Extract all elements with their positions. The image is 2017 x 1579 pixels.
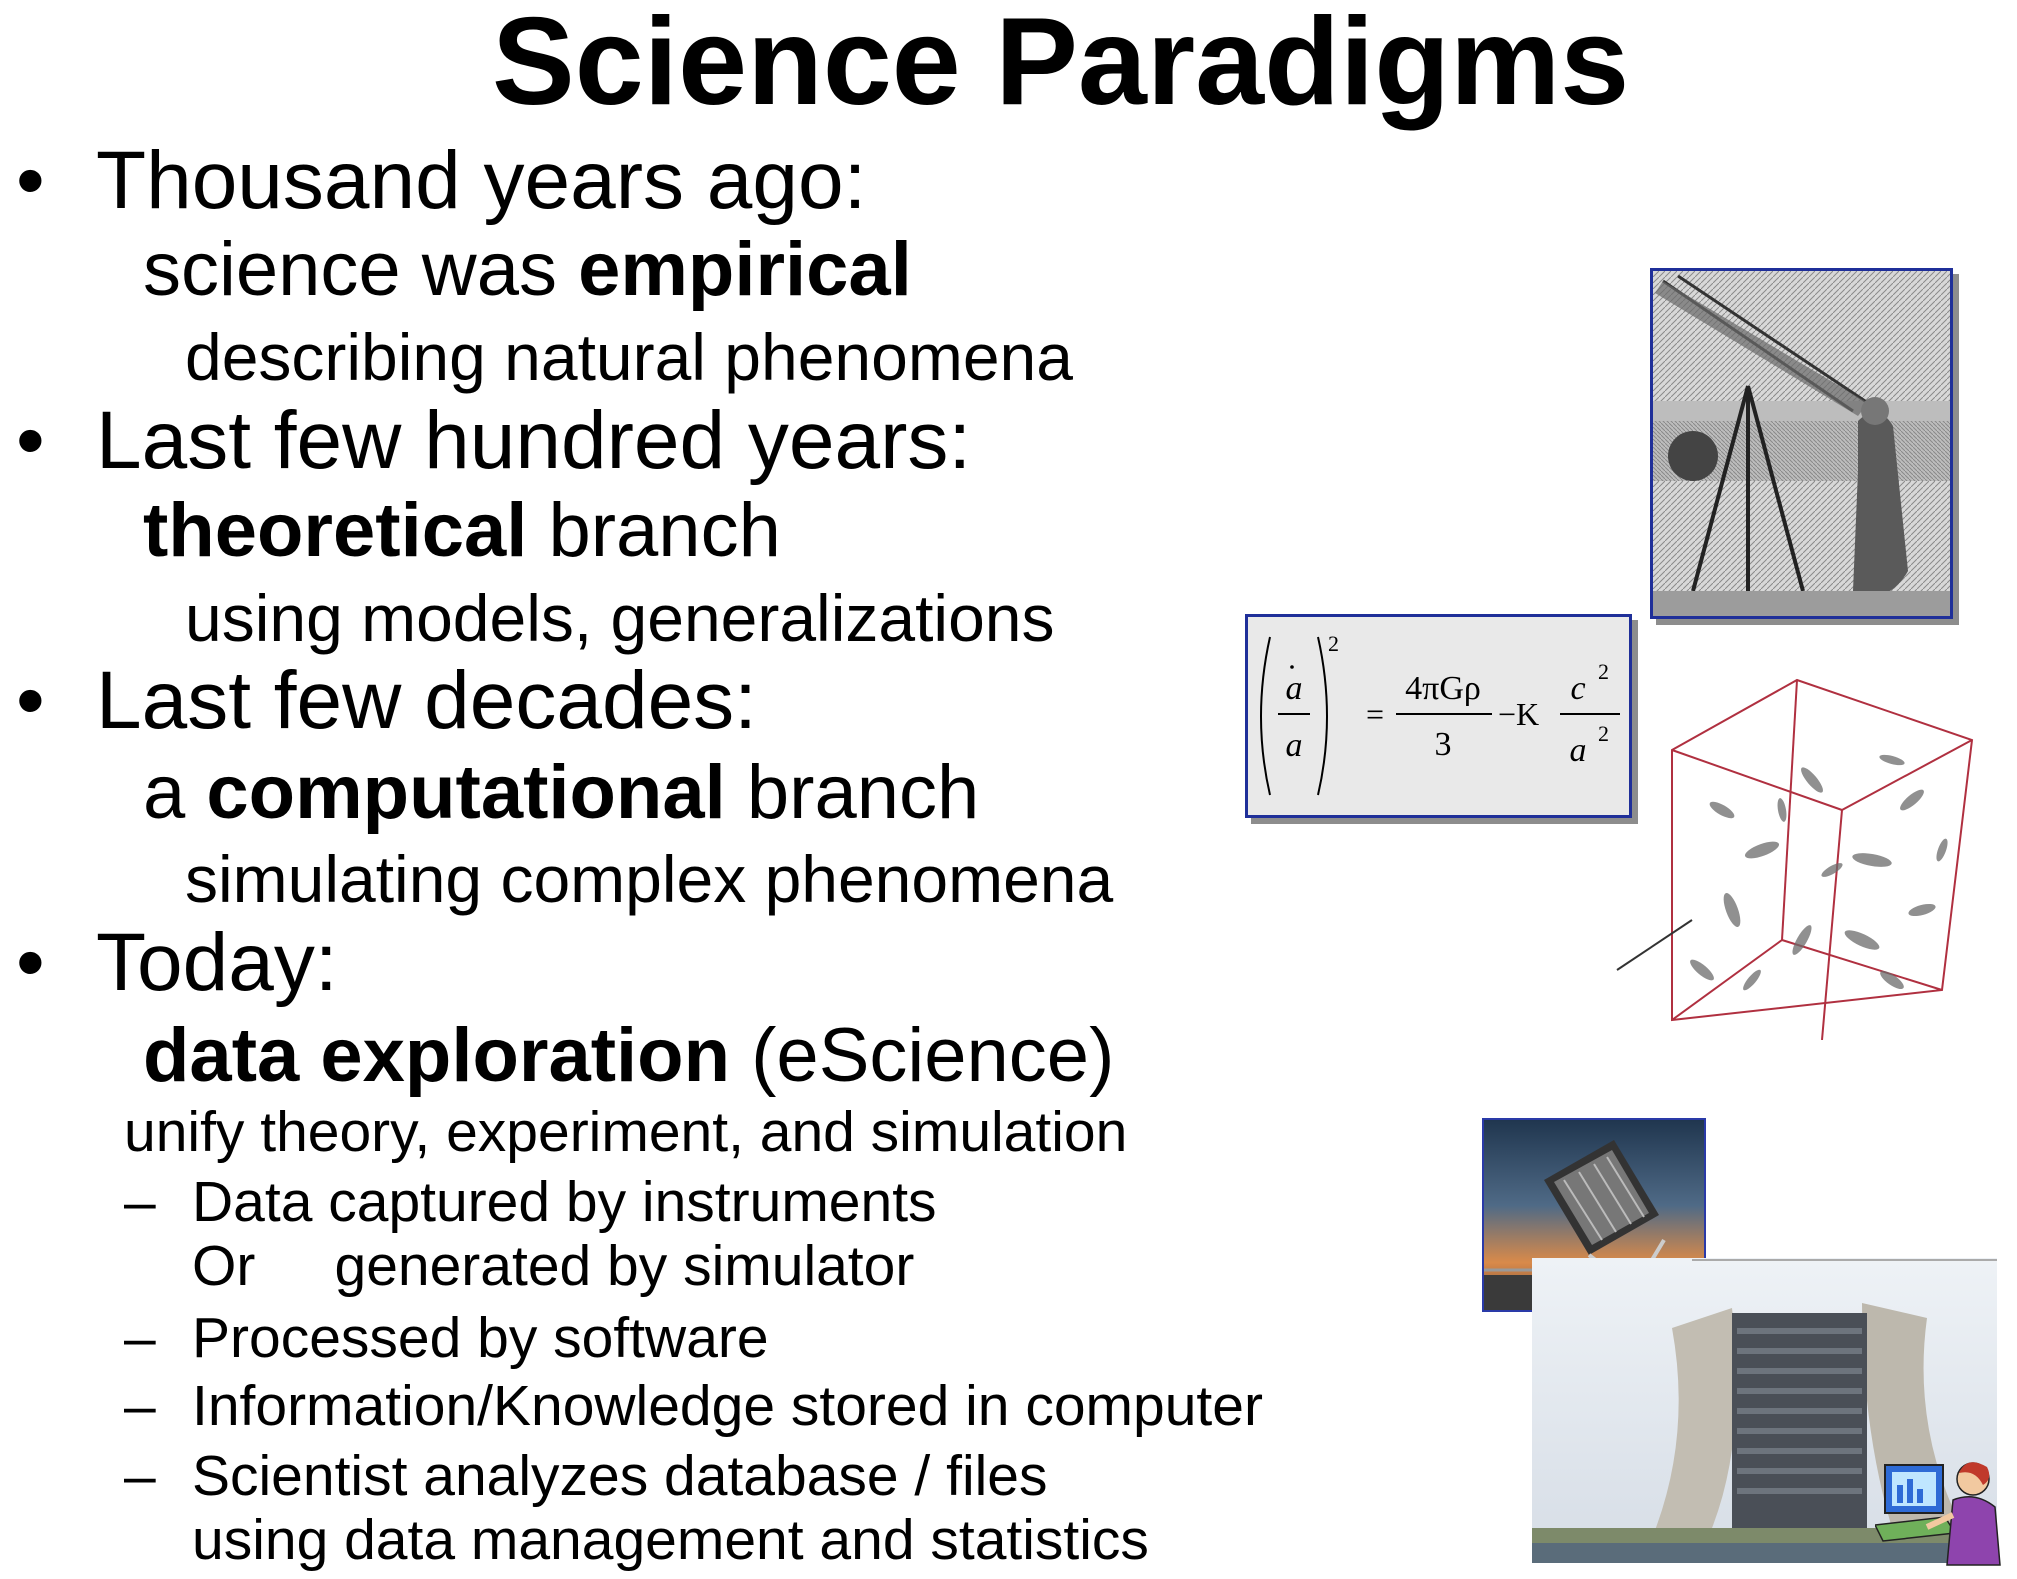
today-detail: unify theory, experiment, and simulation (124, 1100, 1128, 1164)
c-exponent: 2 (1598, 659, 1609, 684)
simulation-cube-image (1612, 640, 1992, 1041)
today-item: Or generated by simulator (192, 1234, 915, 1298)
dash-marker: – (124, 1306, 156, 1370)
minus-k-term: −K (1498, 696, 1539, 732)
dash-marker: – (124, 1374, 156, 1438)
friedmann-equation-box: a a 2 = 4πGρ 3 −K c 2 a 2 (1245, 614, 1632, 818)
era-heading-2: Last few hundred years: (96, 395, 972, 486)
era-detail-3: simulating complex phenomena (185, 842, 1114, 916)
today-heading: Today: (96, 917, 338, 1008)
era-detail-1: describing natural phenomena (185, 320, 1073, 394)
era-detail-2: using models, generalizations (185, 581, 1055, 655)
today-item: Scientist analyzes database / files (192, 1444, 1048, 1508)
today-item: Data captured by instruments (192, 1170, 937, 1234)
bullet-dot: • (16, 655, 45, 746)
bullet-dot: • (16, 917, 45, 1008)
a-denominator: a (1570, 732, 1587, 769)
bullet-dot: • (16, 395, 45, 486)
era-sub-2: theoretical branch (143, 488, 781, 573)
lhs-exponent: 2 (1328, 631, 1339, 656)
dash-marker: – (124, 1170, 156, 1234)
today-item: Processed by software (192, 1306, 769, 1370)
left-paren-icon (1260, 636, 1271, 796)
dash-marker: – (124, 1444, 156, 1508)
era-heading-3: Last few decades: (96, 655, 757, 746)
rhs-numerator: 4πGρ (1405, 670, 1481, 707)
a-exponent: 2 (1598, 721, 1609, 746)
era-sub-3: a computational branch (143, 750, 980, 835)
era-sub-1: science was empirical (143, 227, 912, 312)
today-item: Information/Knowledge stored in computer (192, 1374, 1263, 1438)
today-item: using data management and statistics (192, 1508, 1149, 1572)
lhs-numerator: a (1286, 670, 1303, 707)
scientist-at-computer-icon (1873, 1455, 2005, 1573)
c-numerator: c (1570, 670, 1585, 707)
bullet-dot: • (16, 135, 45, 226)
equals-sign: = (1366, 696, 1384, 732)
lhs-denominator: a (1286, 727, 1303, 764)
dot-accent-icon (1290, 665, 1294, 669)
right-paren-icon (1317, 636, 1328, 796)
rhs-denominator: 3 (1435, 726, 1452, 763)
today-sub: data exploration (eScience) (143, 1013, 1115, 1098)
era-heading-1: Thousand years ago: (96, 135, 867, 226)
slide-title: Science Paradigms (492, 0, 1630, 131)
telescope-engraving-image (1650, 268, 1953, 619)
